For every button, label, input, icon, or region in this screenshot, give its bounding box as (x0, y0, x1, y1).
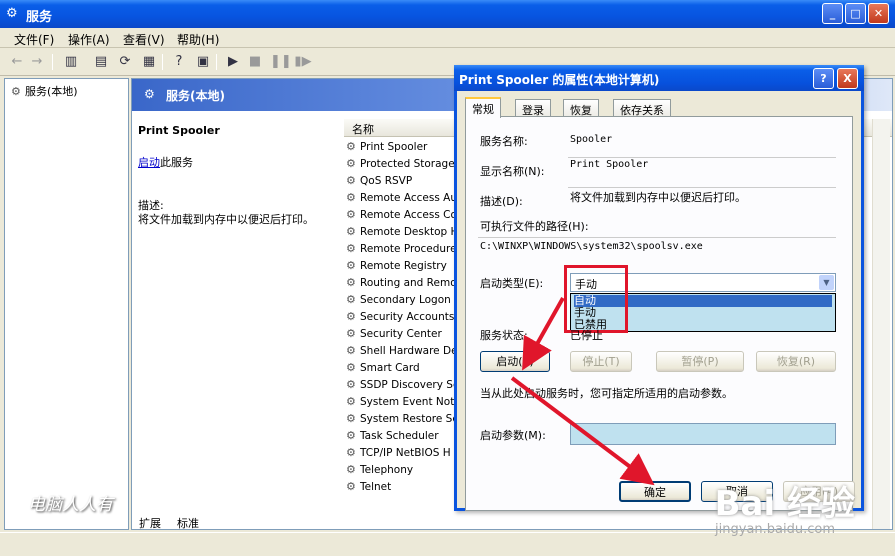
help-icon[interactable]: ? (170, 53, 188, 71)
minimize-button[interactable]: _ (822, 3, 843, 24)
back-icon[interactable]: ← (8, 53, 26, 71)
service-status-value: 已停止 (570, 329, 603, 342)
help-button[interactable]: ? (813, 68, 834, 89)
view-tabs: 扩展 标准 (131, 512, 431, 530)
menu-bar: 文件(F) 操作(A) 查看(V) 帮助(H) (0, 28, 895, 48)
tab-recovery[interactable]: 恢复 (563, 99, 599, 117)
watermark-right: Bai 经验 (714, 484, 855, 524)
service-name-label: 服务名称: (480, 135, 528, 148)
gear-icon: ⚙ (346, 429, 356, 442)
console-icon[interactable]: ▣ (194, 53, 212, 71)
display-name-label: 显示名称(N): (480, 165, 545, 178)
highlight-box (564, 265, 628, 333)
gear-icon: ⚙ (346, 480, 356, 493)
dialog-title: Print Spooler 的属性(本地计算机) (459, 73, 660, 87)
gear-icon: ⚙ (346, 378, 356, 391)
gear-icon: ⚙ (144, 87, 155, 101)
menu-file[interactable]: 文件(F) (14, 31, 54, 48)
export-list-icon[interactable]: ▦ (140, 53, 158, 71)
tab-general[interactable]: 常规 (465, 97, 501, 118)
start-button[interactable]: 启动(S) (480, 351, 550, 372)
tab-logon[interactable]: 登录 (515, 99, 551, 117)
watermark-left: 电脑人人有 (28, 495, 113, 515)
gear-icon: ⚙ (11, 85, 21, 98)
gear-icon: ⚙ (346, 259, 356, 272)
gear-icon: ⚙ (346, 395, 356, 408)
properties-dialog: Print Spooler 的属性(本地计算机) ? X 常规 登录 恢复 依存… (454, 65, 864, 511)
gear-icon: ⚙ (346, 276, 356, 289)
pane-header-title: 服务(本地) (166, 89, 225, 103)
maximize-button[interactable]: □ (845, 3, 866, 24)
show-hide-tree-icon[interactable]: ▥ (62, 53, 80, 71)
gear-icon: ⚙ (346, 208, 356, 221)
tab-standard[interactable]: 标准 (177, 515, 199, 531)
forward-icon[interactable]: → (28, 53, 46, 71)
gear-icon: ⚙ (346, 344, 356, 357)
chevron-down-icon[interactable]: ▼ (819, 275, 834, 290)
description-text: 将文件加载到内存中以便迟后打印。 (138, 213, 314, 226)
startup-hint: 当从此处启动服务时，您可指定所适用的启动参数。 (480, 387, 733, 400)
gear-icon: ⚙ (346, 242, 356, 255)
start-params-input[interactable] (570, 423, 836, 445)
vertical-scrollbar[interactable] (872, 119, 890, 529)
watermark-url: jingyan.baidu.com (715, 522, 835, 537)
service-status-label: 服务状态: (480, 329, 528, 342)
gear-icon: ⚙ (346, 327, 356, 340)
pause-icon[interactable]: ❚❚ (270, 53, 292, 71)
startup-type-label: 启动类型(E): (480, 277, 544, 290)
restart-icon[interactable]: ▮▶ (294, 53, 312, 71)
gear-icon: ⚙ (346, 412, 356, 425)
window-title-bar[interactable]: ⚙ 服务 _ □ ✕ (0, 0, 895, 28)
gear-icon: ⚙ (346, 293, 356, 306)
menu-view[interactable]: 查看(V) (123, 31, 165, 48)
dialog-tabs: 常规 登录 恢复 依存关系 (465, 97, 855, 118)
stop-button[interactable]: 停止(T) (570, 351, 632, 372)
refresh-icon[interactable]: ⟳ (116, 53, 134, 71)
properties-icon[interactable]: ▤ (92, 53, 110, 71)
stop-icon[interactable]: ■ (246, 53, 264, 71)
resume-button[interactable]: 恢复(R) (756, 351, 836, 372)
general-tab-panel: 服务名称: Spooler 显示名称(N): Print Spooler 描述(… (465, 116, 853, 511)
gear-icon: ⚙ (346, 174, 356, 187)
path-value: C:\WINXP\WINDOWS\system32\spoolsv.exe (480, 241, 703, 252)
play-icon[interactable]: ▶ (224, 53, 242, 71)
gear-icon: ⚙ (346, 361, 356, 374)
gear-icon: ⚙ (346, 191, 356, 204)
service-name-value: Spooler (570, 134, 613, 145)
description-panel: Print Spooler 启动此服务 描述: 将文件加载到内存中以便迟后打印。 (132, 111, 342, 529)
dialog-title-bar[interactable]: Print Spooler 的属性(本地计算机) ? X (454, 65, 864, 91)
description-field-label: 描述(D): (480, 195, 523, 208)
pause-button[interactable]: 暂停(P) (656, 351, 744, 372)
menu-action[interactable]: 操作(A) (68, 31, 110, 48)
tab-dependencies[interactable]: 依存关系 (613, 99, 671, 117)
tab-extended[interactable]: 扩展 (139, 515, 161, 531)
gear-icon: ⚙ (346, 140, 356, 153)
services-gear-icon: ⚙ (6, 6, 18, 21)
gear-icon: ⚙ (346, 446, 356, 459)
gear-icon: ⚙ (346, 157, 356, 170)
tree-node-services-local[interactable]: ⚙ 服务(本地) (11, 83, 78, 99)
menu-help[interactable]: 帮助(H) (177, 31, 219, 48)
start-service-text: 启动此服务 (138, 156, 193, 169)
gear-icon: ⚙ (346, 225, 356, 238)
dialog-close-button[interactable]: X (837, 68, 858, 89)
selected-service-name: Print Spooler (138, 124, 220, 137)
gear-icon: ⚙ (346, 463, 356, 476)
window-title: 服务 (26, 10, 53, 25)
gear-icon: ⚙ (346, 310, 356, 323)
start-params-label: 启动参数(M): (480, 429, 546, 442)
ok-button[interactable]: 确定 (619, 481, 691, 502)
close-button[interactable]: ✕ (868, 3, 889, 24)
display-name-field[interactable]: Print Spooler (570, 159, 648, 170)
start-service-link[interactable]: 启动 (138, 156, 160, 169)
console-tree: ⚙ 服务(本地) (4, 78, 129, 530)
path-label: 可执行文件的路径(H): (480, 220, 589, 233)
description-field[interactable]: 将文件加载到内存中以便迟后打印。 (570, 189, 746, 205)
